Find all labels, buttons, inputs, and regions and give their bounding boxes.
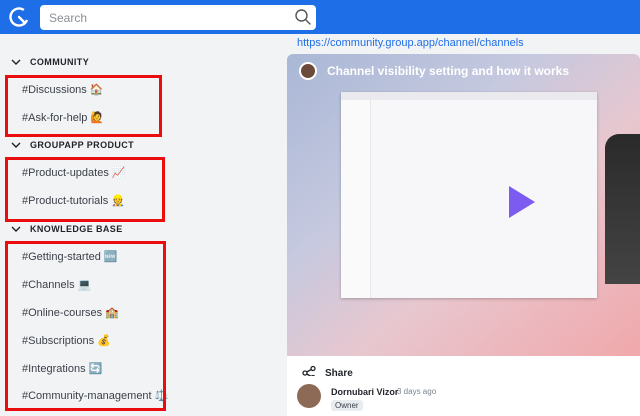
house-icon: 🏠: [89, 84, 104, 96]
sidebar-item-label: #Channels: [22, 279, 75, 291]
raised-hand-icon: 🙋: [90, 112, 105, 124]
section-title: GROUPAPP PRODUCT: [30, 140, 135, 150]
section-title: KNOWLEDGE BASE: [30, 224, 123, 234]
section-title: COMMUNITY: [30, 57, 90, 67]
sidebar-item-label: #Integrations: [22, 363, 86, 375]
sync-icon: 🔄: [88, 363, 103, 375]
sidebar-item-discussions[interactable]: #Discussions 🏠: [22, 81, 104, 99]
post-card: Channel visibility setting and how it wo…: [287, 54, 640, 404]
comment-time: 3 days ago: [397, 387, 437, 396]
channel-link[interactable]: https://community.group.app/channel/chan…: [297, 37, 524, 49]
section-groupapp-product[interactable]: GROUPAPP PRODUCT: [10, 138, 134, 152]
sidebar-item-channels[interactable]: #Channels 💻: [22, 276, 91, 294]
sidebar-item-label: #Community-management: [22, 390, 152, 402]
search-box: [40, 5, 316, 30]
sidebar-item-label: #Product-updates: [22, 167, 109, 179]
thumbnail-sidebar: [341, 100, 371, 298]
chevron-down-icon: [11, 142, 21, 148]
sidebar-item-product-tutorials[interactable]: #Product-tutorials 👷: [22, 192, 125, 210]
chevron-down-icon: [11, 226, 21, 232]
sidebar-item-label: #Subscriptions: [22, 335, 95, 347]
sidebar-item-label: #Product-tutorials: [22, 195, 109, 207]
top-bar: [0, 0, 640, 34]
scales-icon: ⚖️: [154, 390, 169, 402]
badge-label: Owner: [335, 401, 359, 410]
play-icon[interactable]: [509, 186, 535, 218]
new-badge-icon: 🆕: [103, 251, 118, 263]
comment-author[interactable]: Dornubari Vizor: [331, 387, 398, 397]
search-icon[interactable]: [294, 8, 312, 26]
chart-up-icon: 📈: [111, 167, 126, 179]
school-icon: 🏫: [105, 307, 119, 319]
video-player[interactable]: Channel visibility setting and how it wo…: [287, 54, 640, 356]
sidebar-item-label: #Getting-started: [22, 251, 101, 263]
video-presenter: [605, 134, 640, 284]
thumbnail-browser-bar: [341, 92, 597, 100]
sidebar-item-subscriptions[interactable]: #Subscriptions 💰: [22, 332, 111, 350]
construction-worker-icon: 👷: [111, 195, 125, 207]
video-thumbnail: [341, 92, 597, 298]
sidebar-item-community-management[interactable]: #Community-management ⚖️: [22, 387, 168, 405]
section-community[interactable]: COMMUNITY: [10, 55, 89, 69]
money-bag-icon: 💰: [97, 335, 111, 347]
sidebar: COMMUNITY #Discussions 🏠 #Ask-for-help 🙋 G…: [0, 34, 287, 413]
search-input[interactable]: [40, 5, 290, 30]
sidebar-item-label: #Online-courses: [22, 307, 103, 319]
sidebar-item-online-courses[interactable]: #Online-courses 🏫: [22, 304, 119, 322]
avatar[interactable]: [297, 384, 321, 408]
owner-badge: Owner: [331, 400, 363, 411]
sidebar-item-product-updates[interactable]: #Product-updates 📈: [22, 164, 126, 182]
main-content: https://community.group.app/channel/chan…: [287, 34, 640, 416]
comment-item: Dornubari Vizor 3 days ago Owner: [287, 376, 640, 416]
sidebar-item-label: #Discussions: [22, 84, 87, 96]
video-title: Channel visibility setting and how it wo…: [327, 64, 570, 78]
sidebar-item-ask-for-help[interactable]: #Ask-for-help 🙋: [22, 109, 104, 127]
sidebar-item-getting-started[interactable]: #Getting-started 🆕: [22, 248, 118, 266]
app-logo-icon[interactable]: [8, 6, 30, 28]
section-knowledge-base[interactable]: KNOWLEDGE BASE: [10, 222, 123, 236]
highlight-box: [5, 241, 166, 411]
laptop-icon: 💻: [77, 279, 92, 291]
sidebar-item-integrations[interactable]: #Integrations 🔄: [22, 360, 102, 378]
chevron-down-icon: [11, 59, 21, 65]
avatar: [299, 62, 317, 80]
sidebar-item-label: #Ask-for-help: [22, 112, 88, 124]
